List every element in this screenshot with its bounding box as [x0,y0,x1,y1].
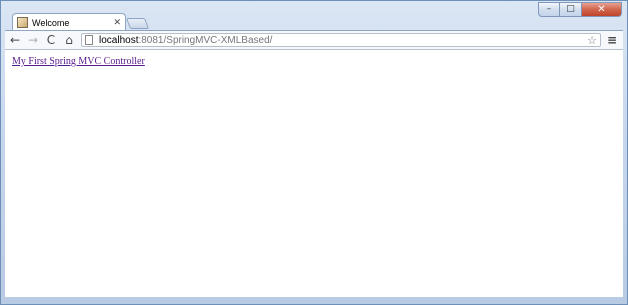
url-path: :8081/SpringMVC-XMLBased/ [138,34,273,46]
tab-title: Welcome [32,17,70,28]
address-bar[interactable]: localhost:8081/SpringMVC-XMLBased/ ☆ [81,33,601,47]
window-controls: – □ ✕ [538,2,622,17]
controller-link[interactable]: My First Spring MVC Controller [12,56,145,67]
page-icon [85,35,93,45]
bookmark-star-icon[interactable]: ☆ [587,34,600,47]
back-icon[interactable]: ← [7,32,23,48]
toolbar: ← → C ⌂ localhost:8081/SpringMVC-XMLBase… [5,30,623,49]
close-window-button[interactable]: ✕ [582,2,622,17]
reload-icon[interactable]: C [43,32,59,48]
minimize-button[interactable]: – [538,2,560,17]
close-icon[interactable]: ✕ [113,18,121,28]
page-content: My First Spring MVC Controller [5,49,623,297]
browser-window: – □ ✕ Welcome ✕ ← → C ⌂ localhost:8081/S… [0,0,628,305]
page-favicon-icon [17,17,28,28]
url-text[interactable]: localhost:8081/SpringMVC-XMLBased/ [99,35,587,46]
url-host: localhost [99,34,139,46]
tab-welcome[interactable]: Welcome ✕ [12,13,126,31]
home-icon[interactable]: ⌂ [61,32,77,48]
menu-icon[interactable]: ≡ [607,33,617,47]
new-tab-button[interactable] [125,18,150,29]
forward-icon[interactable]: → [25,32,41,48]
maximize-button[interactable]: □ [560,2,582,17]
